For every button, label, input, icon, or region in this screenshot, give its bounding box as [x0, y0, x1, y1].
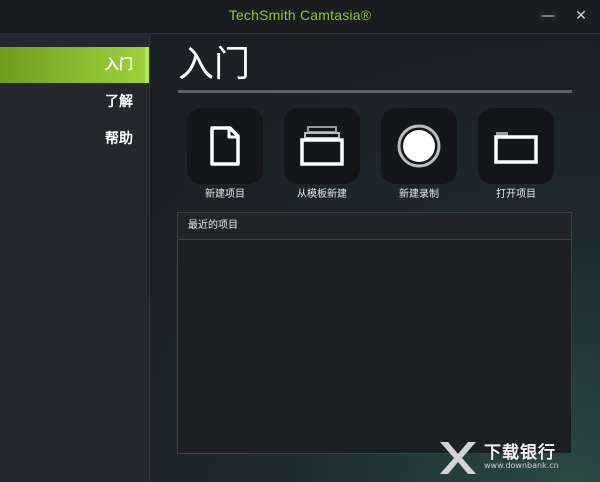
- title-bar[interactable]: TechSmith Camtasia® — ✕: [0, 0, 600, 34]
- close-button[interactable]: ✕: [570, 6, 592, 26]
- recent-projects-header: 最近的项目: [178, 213, 571, 240]
- sidebar: 入门 了解 帮助: [0, 34, 150, 482]
- watermark-url: www.downbank.cn: [484, 461, 559, 470]
- new-project-label: 新建项目: [205, 189, 245, 200]
- page-title: 入门: [178, 44, 251, 85]
- recent-projects-panel[interactable]: 最近的项目: [177, 212, 572, 454]
- new-from-template-label: 从模板新建: [297, 189, 347, 200]
- watermark-text: 下载银行: [484, 443, 556, 463]
- new-from-template-button[interactable]: [284, 108, 360, 184]
- open-project-button[interactable]: [478, 108, 554, 184]
- new-recording-label: 新建录制: [399, 189, 439, 200]
- sidebar-item-help[interactable]: 帮助: [0, 121, 149, 157]
- record-icon: [397, 124, 441, 168]
- app-window: TechSmith Camtasia® — ✕ 入门 了解 帮助 入门 新建项目…: [0, 0, 600, 482]
- title-divider: [178, 90, 572, 93]
- sidebar-item-learn[interactable]: 了解: [0, 84, 149, 120]
- new-project-button[interactable]: [187, 108, 263, 184]
- new-recording-button[interactable]: [381, 108, 457, 184]
- document-icon: [210, 126, 240, 166]
- template-stack-icon: [300, 126, 344, 166]
- app-title: TechSmith Camtasia®: [228, 7, 372, 23]
- folder-icon: [494, 132, 538, 164]
- watermark-logo: 下载银行 www.downbank.cn: [436, 436, 596, 478]
- watermark-x-icon: [440, 442, 476, 474]
- minimize-button[interactable]: —: [537, 6, 559, 26]
- open-project-label: 打开项目: [496, 189, 536, 200]
- recent-projects-title: 最近的项目: [188, 220, 238, 231]
- sidebar-item-getting-started[interactable]: 入门: [0, 47, 149, 83]
